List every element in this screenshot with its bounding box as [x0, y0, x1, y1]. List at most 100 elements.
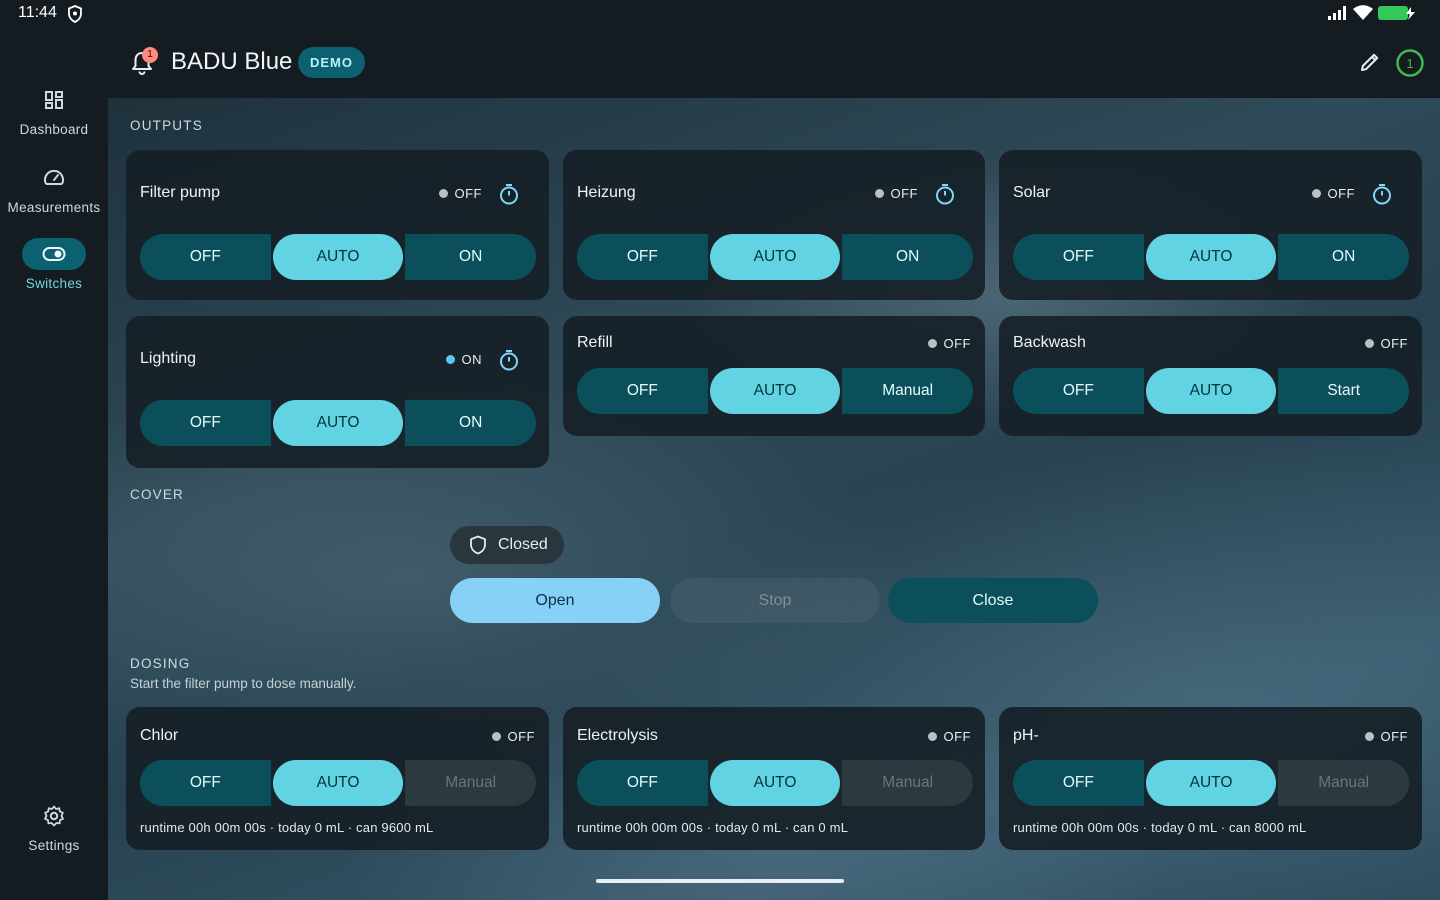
mode-auto-button[interactable]: AUTO	[1145, 368, 1277, 414]
shield-icon	[68, 5, 82, 23]
nav-label: Settings	[28, 838, 80, 853]
status-indicator: OFF	[1364, 729, 1409, 744]
nav-label: Dashboard	[19, 122, 89, 137]
mode-selector: OFF AUTO Manual	[577, 760, 974, 806]
card-title: Refill	[577, 334, 613, 351]
mode-selector: OFF AUTO ON	[577, 234, 974, 280]
mode-manual-button: Manual	[405, 760, 537, 806]
timer-icon[interactable]	[1370, 182, 1394, 206]
output-card-refill: Refill OFF OFF AUTO Manual	[563, 316, 985, 436]
mode-selector: OFF AUTO Manual	[577, 368, 974, 414]
nav-label: Switches	[25, 276, 83, 291]
signal-icon	[1328, 6, 1346, 20]
mode-off-button[interactable]: OFF	[1013, 234, 1144, 280]
mode-auto-button[interactable]: AUTO	[709, 760, 841, 806]
mode-off-button[interactable]: OFF	[1013, 368, 1144, 414]
gauge-icon	[44, 169, 64, 185]
dosing-note: Start the filter pump to dose manually.	[130, 676, 357, 691]
status-indicator: OFF	[1311, 186, 1356, 201]
mode-auto-button[interactable]: AUTO	[709, 234, 841, 280]
status-text: OFF	[507, 729, 535, 744]
status-dot	[1364, 732, 1374, 741]
timer-icon[interactable]	[497, 348, 521, 372]
notification-badge: 1	[142, 47, 158, 63]
edit-icon[interactable]	[1358, 50, 1382, 74]
shield-icon	[470, 535, 486, 555]
dosing-card-chlor: Chlor OFF OFF AUTO Manual runtime 00h 00…	[126, 707, 549, 850]
active-timers-indicator[interactable]: 1	[1395, 48, 1425, 78]
status-indicator: OFF	[438, 186, 483, 201]
mode-on-button[interactable]: ON	[405, 234, 537, 280]
mode-off-button[interactable]: OFF	[140, 760, 271, 806]
mode-manual-button: Manual	[1278, 760, 1410, 806]
output-card-solar: Solar OFF OFF AUTO ON	[999, 150, 1422, 300]
mode-auto-button[interactable]: AUTO	[1145, 760, 1277, 806]
mode-off-button[interactable]: OFF	[577, 234, 708, 280]
nav-item-dashboard[interactable]: Dashboard	[0, 84, 108, 137]
toggle-icon	[42, 247, 66, 261]
timer-icon[interactable]	[497, 182, 521, 206]
mode-off-button[interactable]: OFF	[577, 760, 708, 806]
status-dot	[445, 355, 455, 364]
page-title: BADU Blue	[171, 48, 293, 75]
mode-auto-button[interactable]: AUTO	[272, 234, 404, 280]
mode-auto-button[interactable]: AUTO	[709, 368, 841, 414]
card-title: Solar	[1013, 184, 1051, 201]
mode-selector: OFF AUTO Manual	[1013, 760, 1410, 806]
mode-on-button[interactable]: ON	[1278, 234, 1410, 280]
dashboard-icon	[45, 91, 63, 109]
cover-status-text: Closed	[498, 536, 548, 553]
status-dot	[1311, 189, 1321, 198]
nav-item-switches[interactable]: Switches	[0, 238, 108, 291]
mode-selector: OFF AUTO Start	[1013, 368, 1410, 414]
output-card-filter-pump: Filter pump OFF OFF AUTO ON	[126, 150, 549, 300]
cover-section-label: COVER	[130, 487, 185, 502]
switches-page: OUTPUTS Filter pump OFF OFF AUTO ON Heiz…	[108, 98, 1440, 900]
status-dot	[927, 339, 937, 348]
card-title: Lighting	[140, 350, 197, 367]
mode-auto-button[interactable]: AUTO	[272, 400, 404, 446]
mode-manual-button: Manual	[842, 760, 974, 806]
battery-icon	[1378, 6, 1415, 20]
nav-item-settings[interactable]: Settings	[0, 800, 108, 853]
status-text: OFF	[1380, 336, 1408, 351]
card-title: pH-	[1013, 727, 1039, 744]
card-title: Backwash	[1013, 334, 1086, 351]
mode-selector: OFF AUTO ON	[1013, 234, 1410, 280]
mode-selector: OFF AUTO Manual	[140, 760, 537, 806]
status-text: OFF	[943, 729, 971, 744]
card-title: Chlor	[140, 727, 179, 744]
timer-count: 1	[1406, 56, 1413, 71]
mode-auto-button[interactable]: AUTO	[1145, 234, 1277, 280]
mode-start-button[interactable]: Start	[1278, 368, 1410, 414]
cover-open-button[interactable]: Open	[450, 578, 660, 623]
timer-icon[interactable]	[933, 182, 957, 206]
demo-badge: DEMO	[298, 47, 365, 78]
status-indicator: OFF	[874, 186, 919, 201]
mode-on-button[interactable]: ON	[405, 400, 537, 446]
mode-off-button[interactable]: OFF	[577, 368, 708, 414]
status-indicator: ON	[445, 352, 483, 367]
mode-off-button[interactable]: OFF	[140, 234, 271, 280]
mode-auto-button[interactable]: AUTO	[272, 760, 404, 806]
output-card-lighting: Lighting ON OFF AUTO ON	[126, 316, 549, 468]
dosing-runtime: runtime 00h 00m 00s · today 0 mL · can 8…	[1013, 820, 1307, 835]
status-dot	[874, 189, 884, 198]
wifi-icon	[1353, 5, 1373, 20]
mode-on-button[interactable]: ON	[842, 234, 974, 280]
top-app-bar: 1 BADU Blue DEMO 1	[108, 28, 1440, 98]
cover-stop-button[interactable]: Stop	[670, 578, 880, 623]
status-dot	[927, 732, 937, 741]
nav-item-measurements[interactable]: Measurements	[0, 162, 108, 215]
status-indicator: OFF	[927, 729, 972, 744]
cover-status-chip: Closed	[450, 526, 564, 564]
mode-off-button[interactable]: OFF	[140, 400, 271, 446]
card-title: Filter pump	[140, 184, 221, 201]
status-indicator: OFF	[491, 729, 536, 744]
mode-off-button[interactable]: OFF	[1013, 760, 1144, 806]
status-dot	[438, 189, 448, 198]
dosing-card-ph-minus: pH- OFF OFF AUTO Manual runtime 00h 00m …	[999, 707, 1422, 850]
home-indicator[interactable]	[596, 879, 844, 883]
mode-manual-button[interactable]: Manual	[842, 368, 974, 414]
cover-close-button[interactable]: Close	[888, 578, 1098, 623]
